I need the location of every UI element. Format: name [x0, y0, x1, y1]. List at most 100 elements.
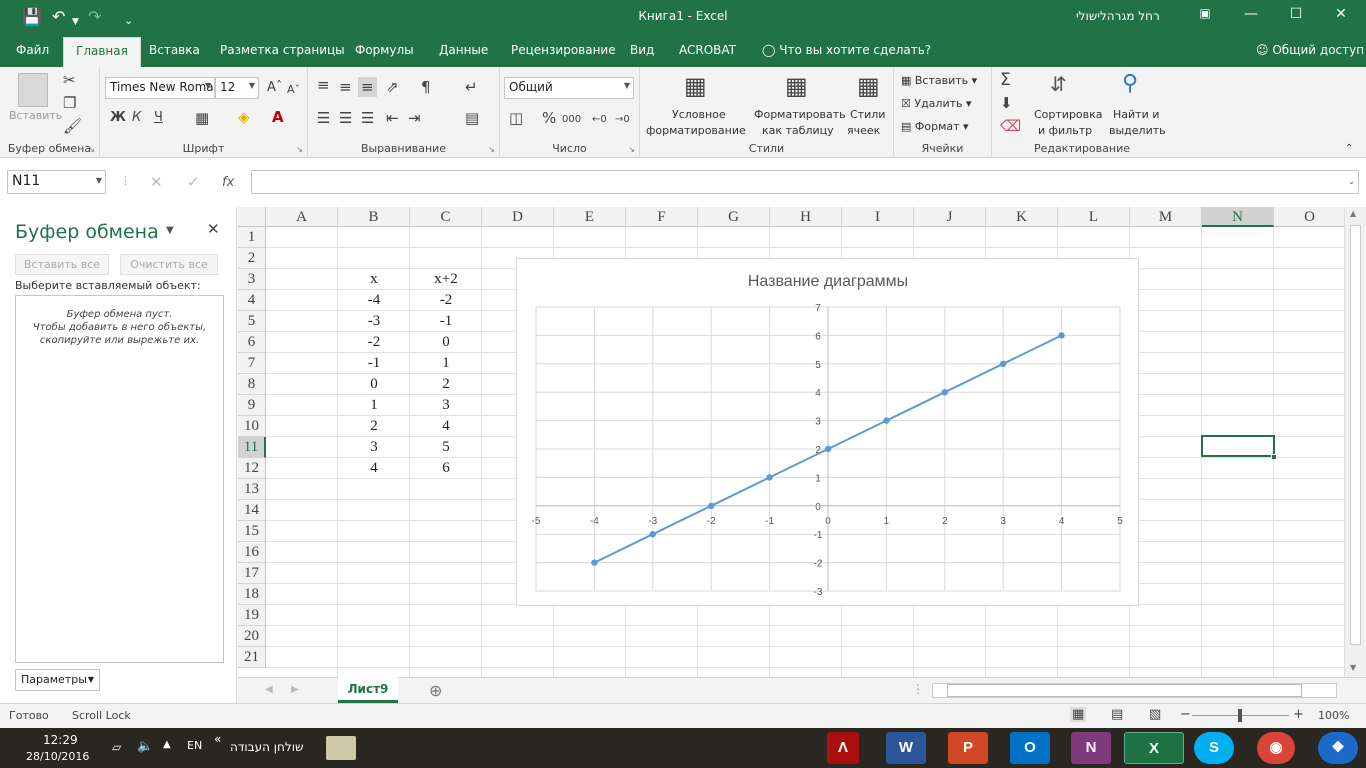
cell-value[interactable]: 3 — [338, 437, 410, 458]
close-pane-icon[interactable]: ✕ — [207, 220, 220, 238]
scroll-thumb[interactable] — [1350, 225, 1361, 645]
currency-icon[interactable]: ◫ — [509, 110, 523, 126]
orientation-icon[interactable]: ⇗ — [386, 79, 399, 95]
normal-view-icon[interactable]: ▦ — [1070, 707, 1087, 722]
row-header-19[interactable]: 19 — [238, 605, 266, 626]
tab-review[interactable]: Рецензирование — [511, 43, 616, 57]
tab-data[interactable]: Данные — [439, 43, 488, 57]
row-header-12[interactable]: 12 — [238, 458, 266, 479]
cell-value[interactable]: 1 — [338, 395, 410, 416]
cell-value[interactable]: 1 — [410, 353, 482, 374]
sort-filter-button[interactable]: Сортировка — [1034, 108, 1103, 121]
format-as-table-icon[interactable]: ▦ — [785, 73, 808, 99]
find-select-icon[interactable]: ⚲ — [1122, 71, 1138, 97]
cell-styles-icon[interactable]: ▦ — [857, 73, 880, 99]
cell-value[interactable]: x+2 — [410, 269, 482, 290]
column-header-j[interactable]: J — [914, 207, 986, 227]
desktop-toolbar-label[interactable]: שולחן העבודה — [230, 740, 303, 754]
row-header-10[interactable]: 10 — [238, 416, 266, 437]
fill-color-icon[interactable]: ◈ — [238, 109, 250, 125]
cut-icon[interactable]: ✂ — [63, 72, 76, 88]
column-header-b[interactable]: B — [338, 207, 410, 227]
zoom-level[interactable]: 100% — [1318, 709, 1349, 722]
row-header-4[interactable]: 4 — [238, 290, 266, 311]
row-header-2[interactable]: 2 — [238, 248, 266, 269]
clock-time[interactable]: 12:29 — [43, 733, 78, 747]
page-layout-view-icon[interactable]: ▤ — [1111, 707, 1123, 722]
find-select-button[interactable]: Найти и — [1113, 108, 1159, 121]
grow-font-icon[interactable]: Aˆ — [267, 80, 282, 96]
show-hidden-icons[interactable]: ▲ — [163, 739, 171, 750]
cell-styles-button[interactable]: Стили — [850, 108, 885, 121]
volume-icon[interactable]: 🔈 — [137, 739, 153, 754]
fill-handle[interactable] — [1271, 454, 1277, 460]
cell-value[interactable]: -4 — [338, 290, 410, 311]
confirm-entry-icon[interactable]: ✓ — [187, 174, 200, 190]
column-header-n[interactable]: N — [1202, 207, 1274, 227]
outlook-taskbar-icon[interactable]: O — [1010, 732, 1050, 764]
share-button[interactable]: ☺ Общий доступ — [1256, 43, 1364, 57]
row-header-18[interactable]: 18 — [238, 584, 266, 605]
borders-icon[interactable]: ▦ — [195, 110, 209, 126]
desktop-toolbar-arrows-icon[interactable]: « — [214, 732, 221, 746]
row-header-9[interactable]: 9 — [238, 395, 266, 416]
cell-value[interactable]: 4 — [410, 416, 482, 437]
column-header-e[interactable]: E — [554, 207, 626, 227]
cell-value[interactable]: 2 — [410, 374, 482, 395]
select-all-corner[interactable] — [238, 207, 266, 227]
powerpoint-taskbar-icon[interactable]: P — [948, 732, 988, 764]
excel-taskbar-icon[interactable]: X — [1124, 732, 1184, 764]
number-format-box[interactable]: Общий ▼ — [504, 77, 634, 99]
prev-sheet-icon[interactable]: ◀ — [265, 684, 273, 695]
undo-icon[interactable]: ↶ — [52, 7, 65, 27]
text-direction-icon[interactable]: ¶ — [421, 79, 431, 95]
column-header-d[interactable]: D — [482, 207, 554, 227]
sheet-tab-active[interactable]: Лист9 — [338, 677, 398, 703]
onenote-taskbar-icon[interactable]: N — [1071, 732, 1111, 764]
align-top-icon[interactable]: ≡ — [317, 77, 330, 93]
increase-indent-icon[interactable]: ⇥ — [408, 110, 421, 126]
name-box[interactable]: N11 ▼ — [7, 170, 106, 194]
skype-taskbar-icon[interactable]: S — [1194, 732, 1234, 764]
conditional-formatting-button-line2[interactable]: форматирование — [646, 124, 746, 137]
comma-style-icon[interactable]: 000 — [562, 112, 581, 128]
cell-value[interactable]: -1 — [410, 311, 482, 332]
copy-icon[interactable]: ❐ — [63, 95, 76, 111]
dialog-launcher-icon[interactable]: ↘ — [488, 145, 495, 154]
tab-home[interactable]: Главная — [63, 37, 141, 67]
new-sheet-icon[interactable]: ⊕ — [429, 681, 442, 700]
insert-function-icon[interactable]: fx — [222, 175, 234, 190]
find-select-button-line2[interactable]: выделить — [1109, 124, 1166, 137]
dialog-launcher-icon[interactable]: ↘ — [296, 145, 303, 154]
language-indicator[interactable]: EN — [187, 739, 202, 752]
row-header-17[interactable]: 17 — [238, 563, 266, 584]
autosum-icon[interactable]: Σ — [1000, 72, 1011, 89]
row-header-11[interactable]: 11 — [238, 437, 266, 458]
cell-value[interactable]: -2 — [338, 332, 410, 353]
tab-acrobat[interactable]: ACROBAT — [679, 43, 736, 57]
chart[interactable]: Название диаграммы -5 -4 -3 -2 -1 0 1 2 3 4 5 -3 -2 -… — [516, 258, 1139, 606]
customize-qat-icon[interactable]: ⌄ — [124, 11, 133, 31]
column-header-g[interactable]: G — [698, 207, 770, 227]
row-header-6[interactable]: 6 — [238, 332, 266, 353]
column-header-h[interactable]: H — [770, 207, 842, 227]
ribbon-display-icon[interactable]: ▣ — [1190, 6, 1220, 20]
chrome-taskbar-icon[interactable]: ◉ — [1257, 732, 1295, 764]
cancel-entry-icon[interactable]: ✕ — [150, 174, 163, 190]
paste-all-button[interactable]: Вставить все — [15, 254, 109, 275]
acrobat-taskbar-icon[interactable]: Λ — [827, 732, 859, 764]
dialog-launcher-icon[interactable]: ↘ — [88, 145, 95, 154]
cell-styles-button-line2[interactable]: ячеек — [847, 124, 880, 137]
clear-icon[interactable]: ⌫ — [1000, 118, 1021, 134]
row-header-1[interactable]: 1 — [238, 227, 266, 248]
merge-center-icon[interactable]: ▤ — [465, 110, 479, 126]
cell-value[interactable]: -2 — [410, 290, 482, 311]
scroll-down-icon[interactable]: ▼ — [1350, 663, 1356, 672]
column-header-m[interactable]: M — [1130, 207, 1202, 227]
zoom-out-icon[interactable]: − — [1180, 707, 1191, 722]
column-header-a[interactable]: A — [266, 207, 338, 227]
italic-button[interactable]: К — [132, 110, 141, 126]
formula-input[interactable]: ⌄ — [251, 170, 1359, 194]
row-header-8[interactable]: 8 — [238, 374, 266, 395]
paste-button[interactable]: Вставить — [9, 109, 62, 122]
